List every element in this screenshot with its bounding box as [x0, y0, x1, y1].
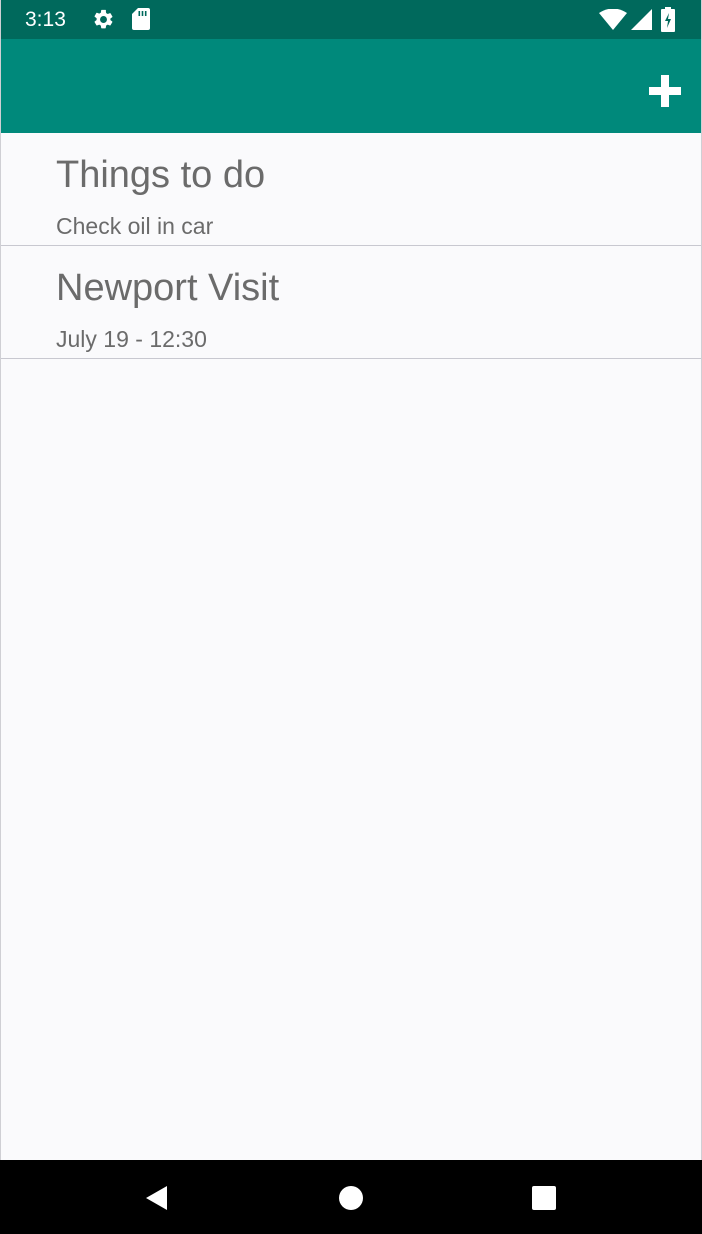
- app-bar: [1, 39, 701, 133]
- notes-list: Things to do Check oil in car Newport Vi…: [1, 133, 701, 359]
- sd-card-icon: [132, 8, 150, 30]
- app-screen: 3:13 Things to do Check oil in car Newpo…: [0, 0, 702, 1234]
- settings-icon: [94, 9, 113, 29]
- recents-icon[interactable]: [529, 1183, 559, 1213]
- battery-charging-icon: [661, 7, 675, 32]
- cell-signal-icon: [631, 9, 652, 30]
- navigation-bar: [0, 1160, 702, 1234]
- list-item[interactable]: Newport Visit July 19 - 12:30: [1, 246, 701, 359]
- note-subtitle: Check oil in car: [56, 213, 214, 239]
- note-title: Newport Visit: [56, 267, 280, 309]
- note-title: Things to do: [56, 154, 266, 196]
- list-item[interactable]: Things to do Check oil in car: [1, 133, 701, 246]
- status-time: 3:13: [25, 8, 66, 31]
- back-icon[interactable]: [142, 1183, 172, 1213]
- note-subtitle: July 19 - 12:30: [56, 326, 207, 352]
- status-bar: 3:13: [1, 0, 701, 39]
- home-icon[interactable]: [336, 1183, 366, 1213]
- add-icon[interactable]: [647, 73, 683, 109]
- wifi-icon: [599, 9, 627, 30]
